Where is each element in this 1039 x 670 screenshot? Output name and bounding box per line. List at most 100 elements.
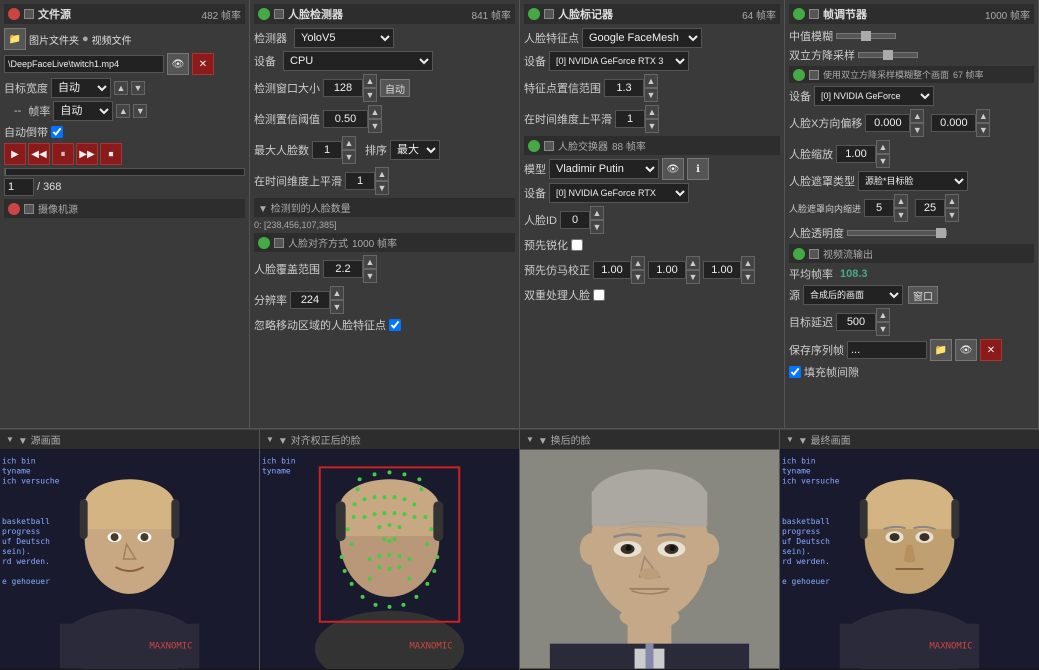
progress-bar-container[interactable] [4, 168, 245, 176]
range-up[interactable]: ▲ [644, 74, 658, 88]
power-btn-swapper[interactable] [528, 140, 540, 152]
max-faces-input[interactable] [312, 141, 342, 159]
resolution-down[interactable]: ▼ [330, 300, 344, 314]
folder-icon[interactable]: 📁 [4, 28, 26, 50]
ignore-checkbox[interactable] [389, 319, 401, 331]
power-btn-stream[interactable] [793, 248, 805, 260]
fill-gap-checkbox[interactable] [789, 366, 801, 378]
smooth-up[interactable]: ▲ [375, 167, 389, 181]
cover-down[interactable]: ▼ [363, 269, 377, 283]
pause-btn[interactable]: ⏸ [52, 143, 74, 165]
blur-down[interactable]: ▼ [945, 208, 959, 222]
marker-device-select[interactable]: [0] NVIDIA GeForce RTX 3 [549, 51, 689, 71]
resolution-input[interactable] [290, 291, 330, 309]
close-file-btn[interactable]: ✕ [192, 53, 214, 75]
scale-up[interactable]: ▲ [876, 140, 890, 154]
model-select[interactable]: Vladimir Putin [549, 159, 659, 179]
mask-type-select[interactable]: 源脸*目标脸 [858, 171, 968, 191]
offset-y-up[interactable]: ▲ [976, 109, 990, 123]
smooth-down[interactable]: ▼ [375, 181, 389, 195]
color-b-input[interactable] [703, 261, 741, 279]
erode-down[interactable]: ▼ [894, 208, 908, 222]
color-g-input[interactable] [648, 261, 686, 279]
save-folder-icon[interactable]: 📁 [930, 339, 952, 361]
window-size-up[interactable]: ▲ [363, 74, 377, 88]
marker-smooth-input[interactable] [615, 110, 645, 128]
checkbox-marker[interactable] [544, 9, 554, 19]
range-input[interactable] [604, 79, 644, 97]
delay-down[interactable]: ▼ [876, 322, 890, 336]
max-faces-down[interactable]: ▼ [342, 150, 356, 164]
bilateral-slider[interactable] [858, 52, 918, 58]
power-btn-camera[interactable] [8, 203, 20, 215]
scale-input[interactable] [836, 145, 876, 163]
double-process-checkbox[interactable] [593, 289, 605, 301]
median-slider[interactable] [836, 33, 896, 39]
save-close-icon[interactable]: ✕ [980, 339, 1002, 361]
target-width-down[interactable]: ▼ [131, 81, 145, 95]
face-id-input[interactable] [560, 211, 590, 229]
checkbox-swapper[interactable] [544, 141, 554, 151]
model-info-icon[interactable]: ℹ [687, 158, 709, 180]
target-width-select[interactable]: 自动 [51, 78, 111, 98]
threshold-up[interactable]: ▲ [368, 105, 382, 119]
file-path-input[interactable] [4, 55, 164, 73]
play-btn[interactable]: ▶ [4, 143, 26, 165]
resolution-up[interactable]: ▲ [330, 286, 344, 300]
eye-icon[interactable]: 👁 [167, 53, 189, 75]
color-g-up[interactable]: ▲ [686, 256, 700, 270]
threshold-down[interactable]: ▼ [368, 119, 382, 133]
checkbox-adjuster[interactable] [809, 9, 819, 19]
checkbox-stream[interactable] [809, 249, 819, 259]
checkbox-align[interactable] [274, 238, 284, 248]
power-btn-source[interactable] [8, 8, 20, 20]
color-b-down[interactable]: ▼ [741, 270, 755, 284]
threshold-input[interactable] [323, 110, 368, 128]
power-btn-align[interactable] [258, 237, 270, 249]
erode-up[interactable]: ▲ [894, 194, 908, 208]
blur-input[interactable] [915, 199, 945, 217]
pre-sharpen-checkbox[interactable] [571, 239, 583, 251]
power-btn-detect[interactable] [258, 8, 270, 20]
save-eye-icon[interactable]: 👁 [955, 339, 977, 361]
opacity-slider[interactable] [847, 230, 947, 236]
offset-y-input[interactable] [931, 114, 976, 132]
landmark-select[interactable]: Google FaceMesh [582, 28, 702, 48]
smooth-input[interactable] [345, 172, 375, 190]
offset-x-up[interactable]: ▲ [910, 109, 924, 123]
fps-up[interactable]: ▲ [116, 104, 130, 118]
checkbox-bilateral[interactable] [809, 70, 819, 80]
auto-loop-checkbox[interactable] [51, 126, 63, 138]
delay-input[interactable] [836, 313, 876, 331]
power-btn-adjuster[interactable] [793, 8, 805, 20]
power-btn-bilateral[interactable] [793, 69, 805, 81]
adj-device-select[interactable]: [0] NVIDIA GeForce [814, 86, 934, 106]
color-g-down[interactable]: ▼ [686, 270, 700, 284]
color-r-up[interactable]: ▲ [631, 256, 645, 270]
face-id-up[interactable]: ▲ [590, 206, 604, 220]
stream-source-select[interactable]: 合成后的画面 [803, 285, 903, 305]
frame-current-input[interactable] [4, 178, 34, 196]
checkbox-camera[interactable] [24, 204, 34, 214]
checkbox-source[interactable] [24, 9, 34, 19]
window-size-down[interactable]: ▼ [363, 88, 377, 102]
checkbox-detect[interactable] [274, 9, 284, 19]
stop-btn[interactable]: ⏹ [100, 143, 122, 165]
sort-select[interactable]: 最大 [390, 140, 440, 160]
model-eye-icon[interactable]: 👁 [662, 158, 684, 180]
color-b-up[interactable]: ▲ [741, 256, 755, 270]
save-input[interactable] [847, 341, 927, 359]
auto-btn[interactable]: 自动 [380, 79, 410, 97]
marker-smooth-up[interactable]: ▲ [645, 105, 659, 119]
window-btn[interactable]: 窗口 [908, 286, 938, 304]
window-size-input[interactable] [323, 79, 363, 97]
scale-down[interactable]: ▼ [876, 154, 890, 168]
blur-up[interactable]: ▲ [945, 194, 959, 208]
target-width-up[interactable]: ▲ [114, 81, 128, 95]
device-select[interactable]: CPU [283, 51, 433, 71]
offset-x-input[interactable] [865, 114, 910, 132]
face-id-down[interactable]: ▼ [590, 220, 604, 234]
back-btn[interactable]: ◀◀ [28, 143, 50, 165]
fps-down[interactable]: ▼ [133, 104, 147, 118]
range-down[interactable]: ▼ [644, 88, 658, 102]
